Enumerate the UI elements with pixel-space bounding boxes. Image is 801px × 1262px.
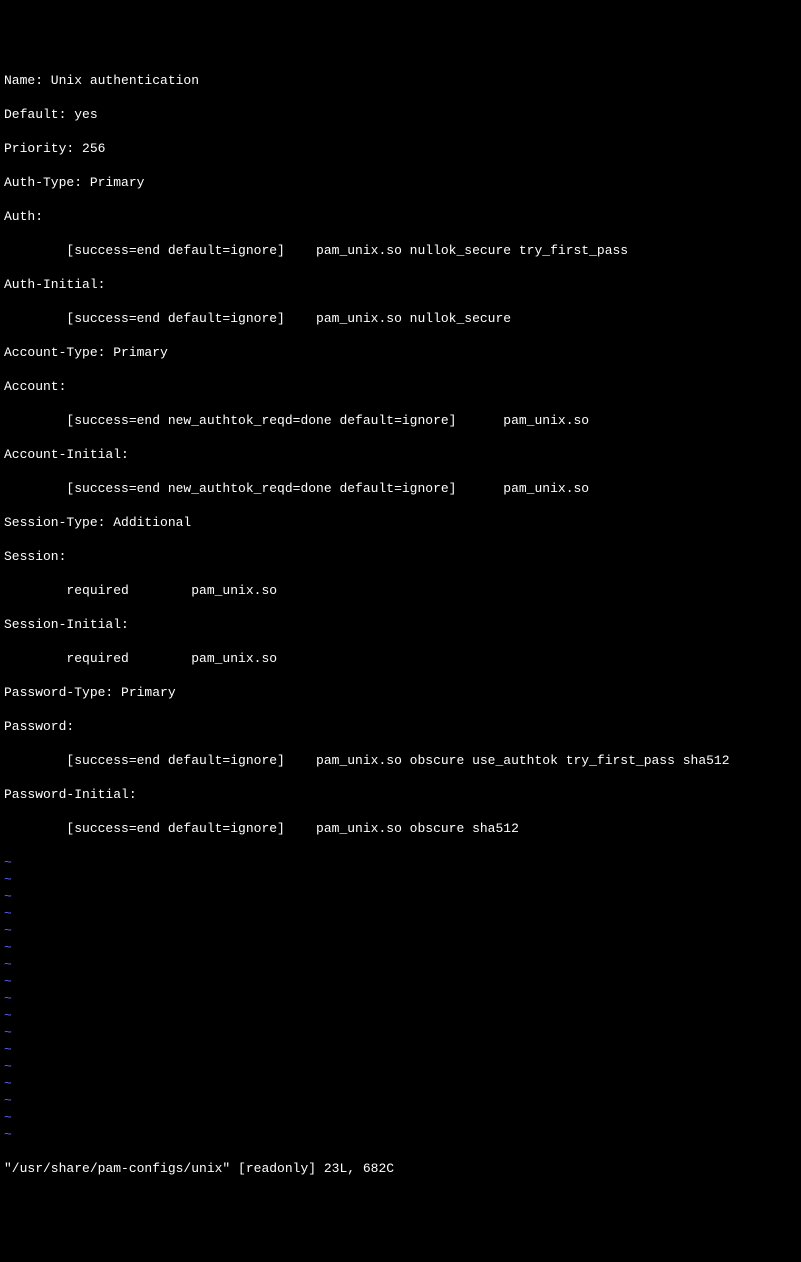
file-line: [success=end new_authtok_reqd=done defau…: [4, 412, 797, 429]
file-line: Password-Type: Primary: [4, 684, 797, 701]
empty-line-tilde: ~: [4, 888, 797, 905]
file-line: [success=end default=ignore] pam_unix.so…: [4, 752, 797, 769]
empty-line-tilde: ~: [4, 1007, 797, 1024]
empty-line-tilde: ~: [4, 1024, 797, 1041]
file-line: Name: Unix authentication: [4, 72, 797, 89]
empty-line-tilde: ~: [4, 854, 797, 871]
empty-line-tilde: ~: [4, 1058, 797, 1075]
empty-line-tilde: ~: [4, 1075, 797, 1092]
empty-line-tilde: ~: [4, 1109, 797, 1126]
file-line: Session-Type: Additional: [4, 514, 797, 531]
status-line: "/usr/share/pam-configs/unix" [readonly]…: [4, 1160, 797, 1177]
file-line: Session-Initial:: [4, 616, 797, 633]
file-line: Default: yes: [4, 106, 797, 123]
file-line: Session:: [4, 548, 797, 565]
empty-line-tilde: ~: [4, 956, 797, 973]
empty-line-tilde: ~: [4, 871, 797, 888]
empty-line-tilde: ~: [4, 922, 797, 939]
empty-line-tilde: ~: [4, 973, 797, 990]
file-line: [success=end default=ignore] pam_unix.so…: [4, 820, 797, 837]
empty-line-tilde: ~: [4, 939, 797, 956]
file-line: Account:: [4, 378, 797, 395]
file-line: required pam_unix.so: [4, 650, 797, 667]
file-line: [success=end default=ignore] pam_unix.so…: [4, 242, 797, 259]
file-line: Account-Type: Primary: [4, 344, 797, 361]
file-line: Auth:: [4, 208, 797, 225]
file-line: Account-Initial:: [4, 446, 797, 463]
file-line: [success=end new_authtok_reqd=done defau…: [4, 480, 797, 497]
file-line: Password:: [4, 718, 797, 735]
empty-line-tilde: ~: [4, 1126, 797, 1143]
empty-line-tilde: ~: [4, 1092, 797, 1109]
empty-line-tilde: ~: [4, 905, 797, 922]
empty-line-tilde: ~: [4, 1041, 797, 1058]
file-line: Auth-Type: Primary: [4, 174, 797, 191]
file-line: required pam_unix.so: [4, 582, 797, 599]
file-line: Password-Initial:: [4, 786, 797, 803]
file-line: Auth-Initial:: [4, 276, 797, 293]
file-line: Priority: 256: [4, 140, 797, 157]
empty-buffer-region: ~~~~~~~~~~~~~~~~~: [4, 854, 797, 1143]
file-line: [success=end default=ignore] pam_unix.so…: [4, 310, 797, 327]
empty-line-tilde: ~: [4, 990, 797, 1007]
